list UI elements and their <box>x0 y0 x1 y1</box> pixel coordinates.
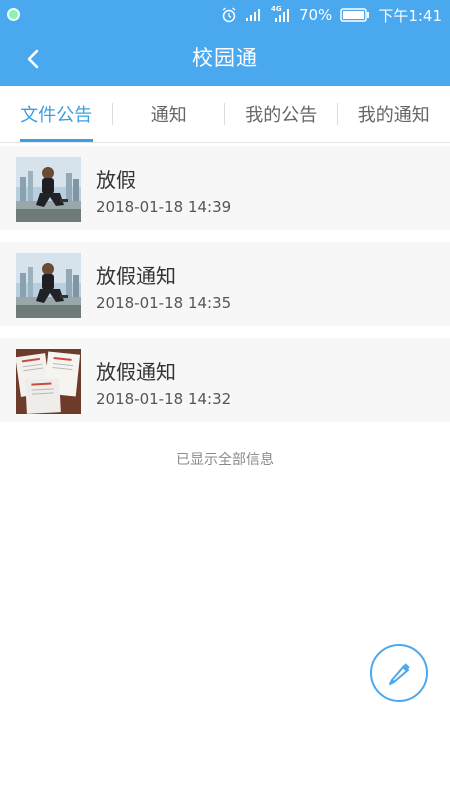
thumbnail-image <box>16 157 81 222</box>
list-item[interactable]: 放假 2018-01-18 14:39 <box>0 146 450 230</box>
tab-label: 通知 <box>150 105 187 126</box>
item-timestamp: 2018-01-18 14:35 <box>96 294 232 312</box>
pencil-icon <box>389 663 410 685</box>
tab-label: 文件公告 <box>20 105 93 126</box>
tab-file-announcements[interactable]: 文件公告 <box>0 86 113 142</box>
tab-my-announcements[interactable]: 我的公告 <box>225 86 338 142</box>
item-timestamp: 2018-01-18 14:39 <box>96 198 232 216</box>
announcement-list: 放假 2018-01-18 14:39 放假通知 2018-01-18 14:3… <box>0 146 450 434</box>
battery-percent: 70% <box>298 6 333 24</box>
alarm-icon <box>222 7 236 23</box>
network-4g-icon: 4G <box>271 5 291 23</box>
list-item[interactable]: 放假通知 2018-01-18 14:32 <box>0 338 450 422</box>
app-header: 校园通 <box>0 30 450 86</box>
tab-notices[interactable]: 通知 <box>113 86 225 142</box>
signal-icon <box>245 9 260 21</box>
end-of-list-note: 已显示全部信息 <box>176 452 274 468</box>
tab-my-notices[interactable]: 我的通知 <box>338 86 450 142</box>
status-indicators: 4G 70% 下午1:41 <box>221 5 442 25</box>
page-title: 校园通 <box>192 46 258 70</box>
thumbnail-image <box>16 349 81 414</box>
thumbnail-image <box>16 253 81 318</box>
tab-active-indicator <box>20 139 93 142</box>
tab-label: 我的公告 <box>245 105 318 126</box>
item-title: 放假通知 <box>96 360 176 384</box>
status-bar: 4G 70% 下午1:41 <box>0 0 450 30</box>
app-notification-icon <box>7 8 20 21</box>
battery-icon <box>340 8 370 22</box>
item-title: 放假通知 <box>96 264 176 288</box>
list-item[interactable]: 放假通知 2018-01-18 14:35 <box>0 242 450 326</box>
item-title: 放假 <box>96 168 136 192</box>
clock-time: 下午1:41 <box>378 6 442 25</box>
item-timestamp: 2018-01-18 14:32 <box>96 390 232 408</box>
tab-bar: 文件公告 通知 我的公告 我的通知 <box>0 86 450 143</box>
tab-label: 我的通知 <box>357 105 430 126</box>
compose-button[interactable] <box>370 644 428 702</box>
